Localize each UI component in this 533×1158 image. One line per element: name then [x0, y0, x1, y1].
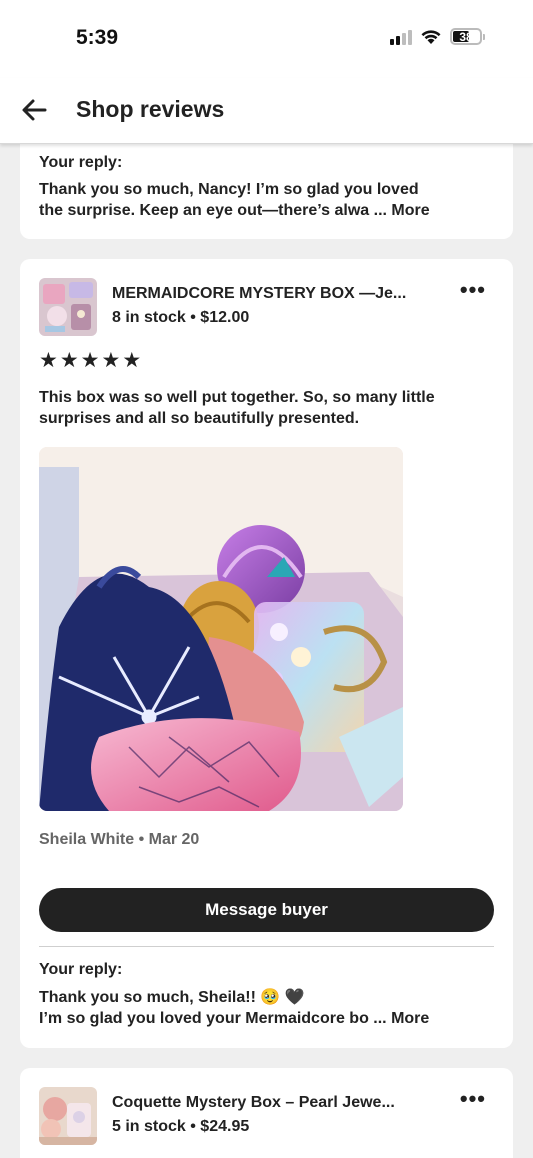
reviews-list[interactable]: Your reply: Thank you so much, Nancy! I’…	[0, 144, 533, 1158]
more-options-icon[interactable]: •••	[460, 279, 486, 301]
battery-icon: 38	[450, 28, 485, 45]
app-header: Shop reviews	[0, 78, 533, 144]
page-title: Shop reviews	[76, 96, 225, 122]
more-link[interactable]: More	[391, 1010, 429, 1027]
divider	[39, 946, 494, 947]
review-card-previous: Your reply: Thank you so much, Nancy! I’…	[20, 144, 513, 239]
star-icon: ★	[101, 349, 121, 372]
star-icon: ★	[39, 349, 58, 372]
reply-label: Your reply:	[39, 961, 123, 978]
battery-level: 38	[459, 29, 473, 44]
reviewer-name-date: Sheila White • Mar 20	[39, 831, 200, 848]
review-card-next: Coquette Mystery Box – Pearl Jewe... 5 i…	[20, 1068, 513, 1158]
more-options-icon[interactable]: •••	[460, 1088, 486, 1110]
star-icon: ★	[80, 349, 100, 372]
status-time: 5:39	[76, 26, 119, 49]
product-stock-price: 5 in stock • $24.95	[112, 1118, 250, 1135]
star-icon: ★	[122, 349, 142, 372]
star-icon: ★	[59, 349, 79, 372]
product-title[interactable]: Coquette Mystery Box – Pearl Jewe...	[112, 1094, 442, 1112]
product-thumbnail[interactable]	[39, 278, 97, 336]
reply-text-line-1: Thank you so much, Sheila!! 🥹 🖤	[39, 989, 305, 1006]
signal-icon	[390, 29, 412, 45]
reply-text: Thank you so much, Sheila!! 🥹 🖤 I’m so g…	[39, 987, 499, 1029]
review-text: This box was so well put together. So, s…	[39, 389, 435, 427]
product-row[interactable]: MERMAIDCORE MYSTERY BOX —Je... 8 in stoc…	[39, 278, 494, 338]
product-row[interactable]: Coquette Mystery Box – Pearl Jewe... 5 i…	[39, 1087, 494, 1147]
reply-text-line-2: I’m so glad you loved your Mermaidcore b…	[39, 1010, 387, 1027]
review-card: MERMAIDCORE MYSTERY BOX —Je... 8 in stoc…	[20, 259, 513, 1048]
status-icons: 38	[390, 28, 485, 45]
status-bar: 5:39 38	[0, 0, 533, 78]
reply-text: Thank you so much, Nancy! I’m so glad yo…	[39, 179, 499, 221]
message-buyer-button[interactable]: Message buyer	[39, 888, 494, 932]
reply-text-line-1: Thank you so much, Nancy! I’m so glad yo…	[39, 181, 419, 198]
back-arrow-icon[interactable]	[20, 96, 48, 124]
more-link[interactable]: More	[391, 202, 429, 219]
reply-label: Your reply:	[39, 154, 123, 171]
product-title[interactable]: MERMAIDCORE MYSTERY BOX —Je...	[112, 285, 442, 303]
product-stock-price: 8 in stock • $12.00	[112, 309, 250, 326]
star-rating: ★ ★ ★ ★ ★	[39, 350, 141, 372]
review-photo[interactable]	[39, 447, 403, 811]
wifi-icon	[421, 30, 441, 44]
reply-text-line-2: the surprise. Keep an eye out—there’s al…	[39, 202, 387, 219]
product-thumbnail[interactable]	[39, 1087, 97, 1145]
